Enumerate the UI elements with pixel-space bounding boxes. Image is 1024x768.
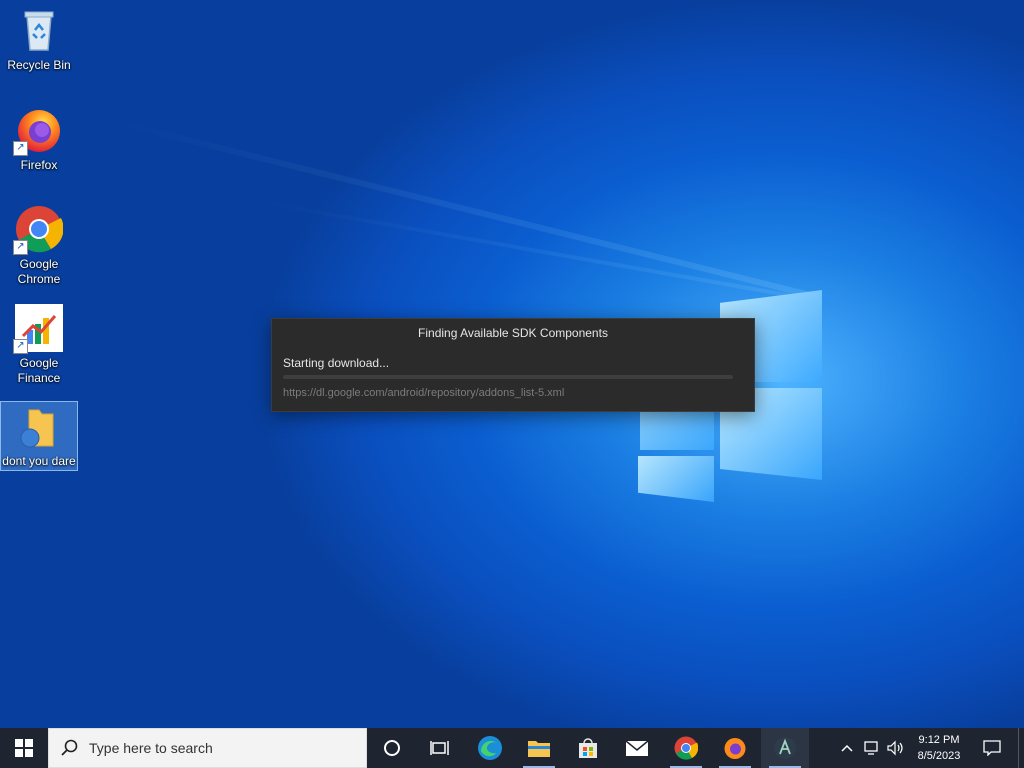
taskbar-firefox[interactable] (711, 728, 759, 768)
chevron-up-icon (841, 744, 853, 752)
desktop-icon-label: Firefox (20, 158, 58, 172)
desktop-icon-google-finance[interactable]: ↗ Google Finance (1, 304, 77, 386)
network-button[interactable] (860, 728, 884, 768)
progress-bar (283, 375, 733, 379)
dialog-status: Starting download... (283, 356, 390, 370)
taskbar-chrome[interactable] (662, 728, 710, 768)
cortana-icon (384, 740, 400, 756)
store-icon (579, 738, 597, 758)
desktop-icon-recycle-bin[interactable]: Recycle Bin (1, 6, 77, 73)
network-icon (864, 741, 878, 755)
google-finance-icon: ↗ (13, 304, 63, 354)
start-button[interactable] (0, 728, 48, 768)
search-icon (61, 739, 78, 756)
wallpaper-beam (119, 120, 820, 301)
mail-icon (625, 740, 649, 756)
desktop-icon-firefox[interactable]: ↗ Firefox (1, 106, 77, 173)
wallpaper-beam (259, 200, 812, 302)
desktop-icon-label: Google Chrome (17, 257, 61, 286)
volume-button[interactable] (884, 728, 908, 768)
recycle-bin-icon (15, 6, 63, 54)
action-center-button[interactable] (972, 728, 1012, 768)
taskbar-android-studio[interactable] (761, 728, 809, 768)
android-studio-icon (774, 737, 796, 759)
dialog-url: https://dl.google.com/android/repository… (283, 387, 565, 399)
taskbar-mail[interactable] (613, 728, 661, 768)
shortcut-arrow-icon: ↗ (13, 240, 28, 255)
taskbar-store[interactable] (564, 728, 612, 768)
cortana-button[interactable] (368, 728, 416, 768)
desktop-icon-chrome[interactable]: ↗ Google Chrome (1, 205, 77, 287)
clock-date: 8/5/2023 (917, 750, 961, 762)
chrome-icon: ↗ (13, 205, 64, 255)
shortcut-arrow-icon: ↗ (13, 141, 28, 156)
shortcut-arrow-icon: ↗ (13, 339, 28, 354)
task-view-button[interactable] (416, 728, 464, 768)
desktop-icon-label: dont you dare (2, 454, 76, 468)
edge-icon (478, 736, 502, 760)
show-desktop-button[interactable] (1018, 728, 1024, 768)
folder-icon (15, 406, 63, 454)
file-explorer-icon (528, 741, 550, 757)
firefox-icon (724, 738, 746, 759)
logo-pane (638, 456, 714, 502)
desktop: Recycle Bin ↗ Firefox ↗ Google Chrome ↗ … (0, 0, 1024, 728)
task-view-icon (430, 741, 449, 755)
desktop-icon-label: Recycle Bin (7, 58, 71, 72)
tray-overflow-button[interactable] (836, 728, 858, 768)
taskbar-file-explorer[interactable] (515, 728, 563, 768)
desktop-icon-label: Google Finance (17, 356, 61, 385)
taskbar-search[interactable]: Type here to search (48, 728, 367, 768)
taskbar-edge[interactable] (466, 728, 514, 768)
clock[interactable]: 9:12 PM 8/5/2023 (910, 728, 968, 768)
volume-icon (887, 740, 903, 756)
sdk-progress-dialog: Finding Available SDK Components Startin… (271, 318, 755, 412)
start-icon (15, 739, 33, 757)
clock-time: 9:12 PM (918, 734, 960, 746)
desktop-icon-folder[interactable]: dont you dare (0, 401, 78, 471)
notification-icon (983, 740, 1001, 756)
search-placeholder: Type here to search (89, 740, 213, 756)
chrome-icon (674, 736, 698, 760)
taskbar: Type here to search 9:12 PM 8/5/2023 (0, 728, 1024, 768)
firefox-icon: ↗ (13, 106, 63, 156)
dialog-title: Finding Available SDK Components (418, 326, 608, 340)
